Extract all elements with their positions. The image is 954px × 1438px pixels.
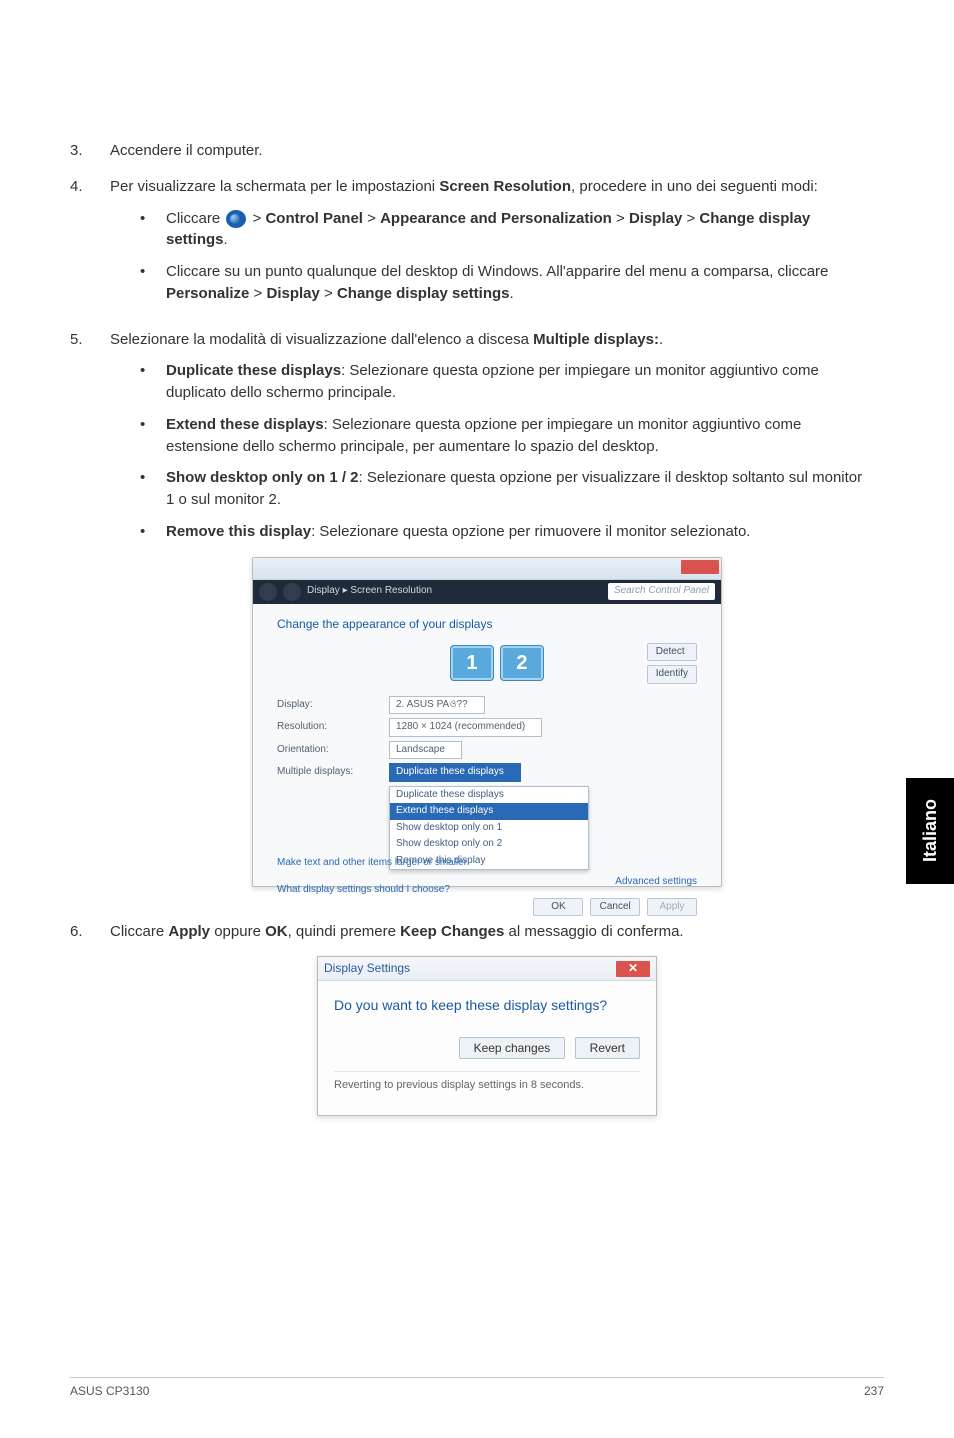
- display-select[interactable]: 2. ASUS PAও??: [389, 696, 485, 715]
- step-text: Accendere il computer.: [110, 140, 864, 162]
- start-orb-icon: [226, 210, 246, 228]
- step4-sub1: • Cliccare > Control Panel > Appearance …: [140, 208, 864, 252]
- dropdown-option[interactable]: Show desktop only on 2: [390, 836, 588, 853]
- close-icon[interactable]: ✕: [616, 961, 650, 977]
- ok-button[interactable]: OK: [533, 898, 583, 917]
- step5-opt1: • Duplicate these displays: Selezionare …: [140, 360, 864, 404]
- breadcrumb[interactable]: Display ▸ Screen Resolution: [307, 584, 432, 599]
- dialog-countdown: Reverting to previous display settings i…: [334, 1071, 640, 1094]
- step5-opt3: • Show desktop only on 1 / 2: Selezionar…: [140, 467, 864, 511]
- step-num: 4.: [70, 176, 110, 315]
- step-num: 6.: [70, 921, 110, 1117]
- monitor-2-icon[interactable]: 2: [500, 645, 544, 681]
- step-4: 4. Per visualizzare la schermata per le …: [70, 176, 864, 315]
- search-input[interactable]: Search Control Panel: [608, 583, 715, 600]
- step5-opt4: • Remove this display: Selezionare quest…: [140, 521, 864, 543]
- revert-button[interactable]: Revert: [575, 1037, 640, 1059]
- footer-page-number: 237: [864, 1384, 884, 1398]
- step-num: 3.: [70, 140, 110, 162]
- detect-button[interactable]: Detect: [647, 643, 697, 662]
- multiple-displays-label: Multiple displays:: [277, 765, 377, 780]
- step-text: Cliccare Apply oppure OK, quindi premere…: [110, 921, 864, 1117]
- window-nav: Display ▸ Screen Resolution Search Contr…: [253, 580, 721, 604]
- dialog-title: Display Settings: [324, 960, 410, 977]
- apply-button[interactable]: Apply: [647, 898, 697, 917]
- nav-back-icon[interactable]: [259, 583, 277, 601]
- resolution-label: Resolution:: [277, 720, 377, 735]
- display-label: Display:: [277, 698, 377, 713]
- multiple-displays-select[interactable]: Duplicate these displays: [389, 763, 521, 782]
- dialog-question: Do you want to keep these display settin…: [334, 995, 640, 1015]
- dropdown-option[interactable]: Show desktop only on 1: [390, 820, 588, 837]
- step-6: 6. Cliccare Apply oppure OK, quindi prem…: [70, 921, 864, 1117]
- step-intro: Per visualizzare la schermata per le imp…: [110, 176, 864, 198]
- step-num: 5.: [70, 329, 110, 907]
- orientation-select[interactable]: Landscape: [389, 741, 462, 760]
- cancel-button[interactable]: Cancel: [590, 898, 640, 917]
- resolution-select[interactable]: 1280 × 1024 (recommended): [389, 718, 542, 737]
- language-tab: Italiano: [906, 778, 954, 884]
- footer-product: ASUS CP3130: [70, 1384, 149, 1398]
- step5-opt2: • Extend these displays: Selezionare que…: [140, 414, 864, 458]
- step-intro: Selezionare la modalità di visualizzazio…: [110, 329, 864, 351]
- nav-forward-icon[interactable]: [283, 583, 301, 601]
- link-text-size[interactable]: Make text and other items larger or smal…: [277, 856, 697, 871]
- step4-sub2: • Cliccare su un punto qualunque del des…: [140, 261, 864, 305]
- identify-button[interactable]: Identify: [647, 665, 697, 684]
- screen-resolution-window: Display ▸ Screen Resolution Search Contr…: [252, 557, 722, 887]
- keep-changes-button[interactable]: Keep changes: [459, 1037, 566, 1059]
- dropdown-option[interactable]: Duplicate these displays: [390, 787, 588, 804]
- dropdown-option[interactable]: Extend these displays: [390, 803, 588, 820]
- page-footer: ASUS CP3130 237: [70, 1377, 884, 1398]
- orientation-label: Orientation:: [277, 743, 377, 758]
- monitor-preview[interactable]: 1 2: [450, 645, 544, 681]
- close-icon[interactable]: [681, 560, 719, 574]
- window-titlebar: [253, 558, 721, 580]
- step-3: 3. Accendere il computer.: [70, 140, 864, 162]
- page-title: Change the appearance of your displays: [277, 616, 697, 633]
- monitor-1-icon[interactable]: 1: [450, 645, 494, 681]
- display-settings-dialog: Display Settings ✕ Do you want to keep t…: [317, 956, 657, 1116]
- step-5: 5. Selezionare la modalità di visualizza…: [70, 329, 864, 907]
